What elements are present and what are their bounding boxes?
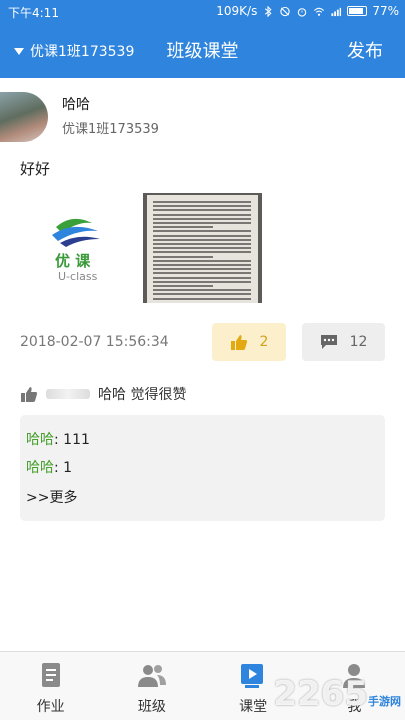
book-text-line [153, 217, 251, 220]
comment-count: 12 [349, 334, 368, 350]
book-text-line [153, 264, 251, 266]
page-title: 班级课堂 [166, 41, 239, 62]
nav-item-me[interactable]: 我 [304, 652, 405, 720]
more-comments-link[interactable]: >>更多 [26, 487, 77, 507]
comment-text: : 1 [54, 460, 73, 476]
likers-row: 哈哈 觉得很赞 [20, 384, 186, 404]
book-text-line [153, 243, 251, 245]
book-text-line [153, 297, 251, 300]
nav-label-me: 我 [347, 699, 362, 715]
book-text-line [153, 234, 251, 237]
status-bar: 下午4:11 109K/s 77% [0, 0, 405, 24]
book-text-line [153, 272, 251, 275]
book-page-image [147, 195, 258, 303]
nav-label-classroom: 课堂 [239, 699, 268, 715]
profile-icon [343, 664, 366, 688]
blurred-liker-names [46, 389, 90, 399]
network-speed: 109K/s [216, 4, 258, 18]
status-time: 下午4:11 [8, 6, 59, 20]
book-text-line [153, 238, 251, 241]
classroom-icon [241, 664, 264, 688]
author-avatar[interactable] [0, 92, 48, 142]
logo-text-cn: 优 课 [55, 252, 91, 270]
battery-percent: 77% [372, 4, 399, 18]
book-text-line [153, 276, 251, 279]
comment-item[interactable]: 哈哈: 111 [26, 429, 90, 449]
like-button[interactable]: 2 [212, 323, 286, 361]
comment-author: 哈哈 [26, 432, 54, 448]
uclass-logo-icon [52, 218, 100, 247]
nav-label-class: 班级 [137, 699, 166, 715]
signal-icon [331, 7, 342, 16]
thumbs-up-icon [230, 335, 247, 350]
post-text: 好好 [20, 160, 51, 178]
book-text-line [153, 251, 251, 254]
post-image-logo[interactable]: 优 课 U-class [22, 193, 132, 303]
book-text-line [153, 209, 251, 212]
comment-item[interactable]: 哈哈: 1 [26, 457, 72, 477]
comment-text: : 111 [54, 432, 90, 448]
book-text-line [153, 289, 251, 292]
homework-icon [41, 663, 60, 687]
book-text-line [153, 222, 251, 224]
app-header: 优课1班173539 班级课堂 发布 [0, 24, 405, 78]
bluetooth-icon [265, 5, 272, 17]
thumbs-up-outline-icon [21, 387, 38, 402]
nav-item-classroom[interactable]: 课堂 [203, 652, 304, 720]
book-text-line [153, 213, 251, 216]
no-disturb-icon [280, 6, 291, 16]
publish-button[interactable]: 发布 [347, 37, 383, 63]
book-text-line [153, 285, 213, 287]
nav-item-homework[interactable]: 作业 [0, 652, 101, 720]
class-people-icon [137, 665, 166, 687]
book-text-line [153, 226, 213, 229]
author-name[interactable]: 哈哈 [62, 94, 90, 114]
wifi-icon [314, 7, 325, 16]
book-text-line [153, 259, 251, 262]
battery-icon [347, 6, 368, 16]
bottom-nav: 作业 班级 课堂 我 [0, 651, 405, 720]
comment-bubble-icon [320, 335, 337, 349]
book-text-line [153, 247, 251, 250]
book-text-line [153, 268, 251, 271]
nav-item-class[interactable]: 班级 [101, 652, 202, 720]
book-text-line [153, 230, 251, 233]
book-text-line [153, 280, 251, 283]
post-image-book[interactable] [143, 193, 262, 303]
like-count: 2 [259, 334, 269, 350]
book-text-line [153, 201, 251, 203]
likers-text: 哈哈 觉得很赞 [98, 387, 187, 403]
post-timestamp: 2018-02-07 15:56:34 [20, 334, 169, 350]
status-icons: 109K/s 77% [216, 4, 399, 18]
author-class: 优课1班173539 [62, 122, 159, 137]
book-text-line [153, 205, 251, 208]
comment-author: 哈哈 [26, 460, 54, 476]
comment-button[interactable]: 12 [302, 323, 385, 361]
book-text-line [153, 293, 251, 296]
logo-text-en: U-class [58, 270, 98, 283]
nav-label-homework: 作业 [36, 699, 65, 715]
book-text-line [153, 255, 213, 258]
alarm-icon [298, 7, 307, 17]
comments-box: 哈哈: 111 哈哈: 1 >>更多 [20, 415, 385, 521]
